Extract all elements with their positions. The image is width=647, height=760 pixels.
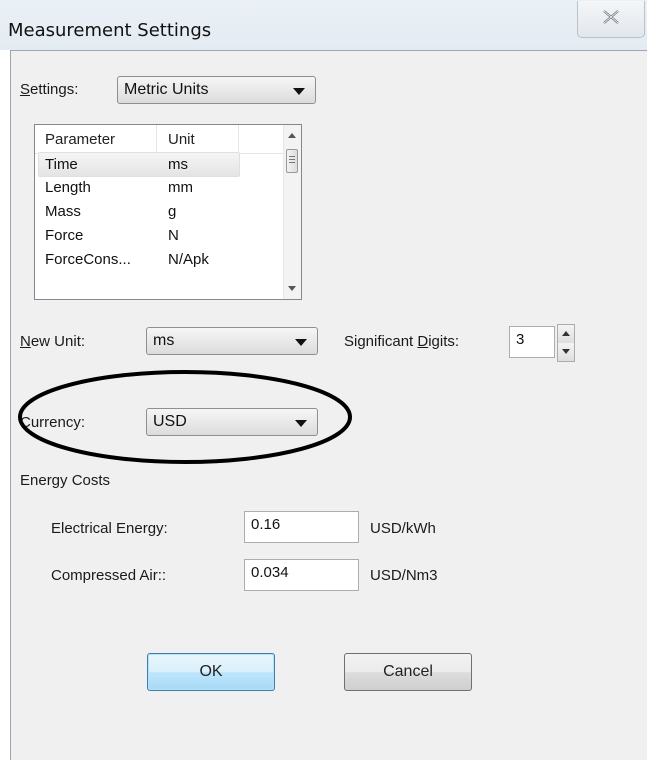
table-row[interactable]: Mass g [35, 200, 285, 223]
compressed-air-unit: USD/Nm3 [370, 567, 438, 584]
row-unit: N/Apk [168, 251, 209, 268]
column-header-unit[interactable]: Unit [168, 131, 195, 148]
new-unit-label: New Unit: [20, 333, 86, 350]
settings-dropdown[interactable]: Metric Units [117, 76, 316, 104]
cancel-button[interactable]: Cancel [344, 653, 472, 691]
row-parameter: Mass [45, 203, 81, 220]
compressed-air-label: Compressed Air:: [51, 567, 167, 584]
row-parameter: Length [45, 179, 91, 196]
title-bar: Measurement Settings [0, 0, 647, 50]
electrical-energy-unit: USD/kWh [370, 520, 436, 537]
scroll-up-icon[interactable] [288, 133, 296, 138]
row-parameter: Force [45, 227, 84, 244]
dialog-body: Settings: Metric Units Parameter Unit Ti… [11, 51, 647, 760]
chevron-down-icon [562, 349, 570, 354]
significant-digits-input[interactable]: 3 [509, 326, 555, 358]
column-divider [156, 125, 157, 152]
settings-value: Metric Units [124, 81, 209, 98]
row-parameter: ForceCons... [45, 251, 131, 268]
new-unit-value: ms [153, 332, 175, 349]
close-button[interactable] [577, 1, 645, 38]
energy-costs-heading: Energy Costs [20, 472, 111, 489]
stepper-up[interactable] [558, 325, 574, 343]
row-unit: mm [168, 179, 193, 196]
chevron-up-icon [562, 331, 570, 336]
scroll-down-icon[interactable] [288, 286, 296, 291]
list-scrollbar[interactable] [283, 125, 301, 299]
electrical-energy-label: Electrical Energy: [51, 520, 168, 537]
column-header-parameter[interactable]: Parameter [45, 131, 115, 148]
significant-digits-label: Significant Digits: [344, 333, 460, 350]
electrical-energy-value: 0.16 [251, 516, 281, 533]
compressed-air-value: 0.034 [251, 564, 289, 581]
row-unit: ms [168, 156, 188, 173]
scroll-thumb[interactable] [286, 149, 298, 173]
chevron-down-icon [295, 339, 307, 346]
new-unit-dropdown[interactable]: ms [146, 327, 318, 355]
currency-dropdown[interactable]: USD [146, 408, 318, 436]
currency-label: Currency: [20, 414, 86, 431]
row-unit: g [168, 203, 177, 220]
close-icon [603, 10, 619, 24]
currency-value: USD [153, 413, 187, 430]
column-divider [238, 125, 239, 152]
electrical-energy-input[interactable]: 0.16 [244, 511, 359, 543]
significant-digits-value: 3 [516, 331, 525, 348]
list-header: Parameter Unit [35, 125, 285, 154]
measurement-settings-dialog: Measurement Settings Settings: Metric Un… [0, 0, 647, 760]
table-row[interactable]: ForceCons... N/Apk [35, 248, 285, 271]
stepper-down[interactable] [558, 343, 574, 361]
row-parameter: Time [45, 156, 78, 173]
ok-button[interactable]: OK [147, 653, 275, 691]
significant-digits-stepper[interactable] [557, 324, 575, 362]
compressed-air-input[interactable]: 0.034 [244, 559, 359, 591]
dialog-title: Measurement Settings [8, 20, 212, 41]
table-row[interactable]: Time ms [38, 152, 240, 177]
table-row[interactable]: Length mm [35, 176, 285, 199]
parameter-unit-list[interactable]: Parameter Unit Time ms Length mm Mass g … [34, 124, 302, 300]
chevron-down-icon [293, 88, 305, 95]
settings-label: Settings: [20, 81, 79, 98]
chevron-down-icon [295, 420, 307, 427]
table-row[interactable]: Force N [35, 224, 285, 247]
row-unit: N [168, 227, 179, 244]
